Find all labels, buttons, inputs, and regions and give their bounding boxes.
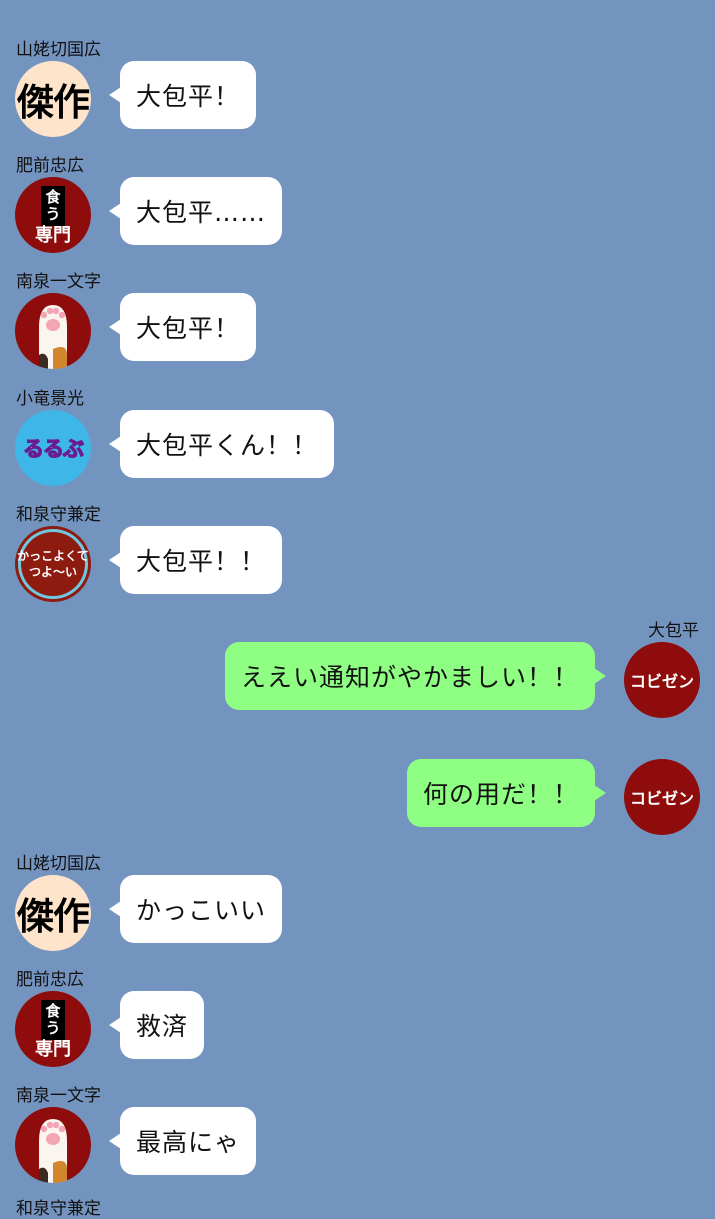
cat-paw-icon [39, 1119, 67, 1183]
avatar[interactable]: 傑作 [15, 875, 91, 951]
message-bubble[interactable]: ええい通知がやかましい！！ [224, 642, 607, 710]
avatar[interactable] [15, 1107, 91, 1183]
avatar[interactable]: るるぶ [15, 410, 91, 486]
avatar-label: コビゼン [629, 789, 694, 808]
avatar-label: 傑作 [17, 81, 90, 124]
avatar-label: 専門 [35, 1039, 71, 1060]
avatar[interactable]: コビゼン [624, 759, 700, 835]
avatar-label: コビゼン [629, 672, 694, 691]
message-bubble[interactable]: 大包平！ [108, 61, 257, 129]
sender-name: 肥前忠広 [16, 970, 84, 990]
sender-name: 南泉一文字 [16, 272, 101, 292]
avatar-sign: 食 う [41, 186, 65, 226]
sender-name: 小竜景光 [16, 389, 84, 409]
message-bubble[interactable]: 大包平！！ [108, 526, 283, 594]
message-bubble[interactable]: 救済 [108, 991, 205, 1059]
avatar-label: かっこよくて つよ〜い [17, 549, 89, 579]
sender-name: 南泉一文字 [16, 1086, 101, 1106]
avatar-sign: 食 う [41, 1000, 65, 1040]
avatar[interactable]: 傑作 [15, 61, 91, 137]
sender-name: 大包平 [648, 621, 699, 641]
message-bubble[interactable]: 大包平…… [108, 177, 283, 245]
avatar[interactable]: かっこよくて つよ〜い [15, 526, 91, 602]
sender-name: 和泉守兼定 [16, 505, 101, 525]
sender-name: 山姥切国広 [16, 40, 101, 60]
sender-name: 和泉守兼定 [16, 1199, 101, 1219]
avatar[interactable]: コビゼン [624, 642, 700, 718]
avatar-label: 専門 [35, 225, 71, 246]
message-bubble[interactable]: 大包平！ [108, 293, 257, 361]
avatar[interactable]: 食 う 専門 [15, 177, 91, 253]
avatar[interactable] [15, 293, 91, 369]
message-bubble[interactable]: 何の用だ！！ [406, 759, 607, 827]
cat-paw-icon [39, 305, 67, 369]
sender-name: 肥前忠広 [16, 156, 84, 176]
message-bubble[interactable]: 大包平くん！！ [108, 410, 335, 478]
avatar-label: るるぶ [22, 436, 84, 461]
sender-name: 山姥切国広 [16, 854, 101, 874]
message-bubble[interactable]: 最高にゃ [108, 1107, 257, 1175]
avatar[interactable]: 食 う 専門 [15, 991, 91, 1067]
message-bubble[interactable]: かっこいい [108, 875, 283, 943]
avatar-label: 傑作 [17, 895, 90, 938]
